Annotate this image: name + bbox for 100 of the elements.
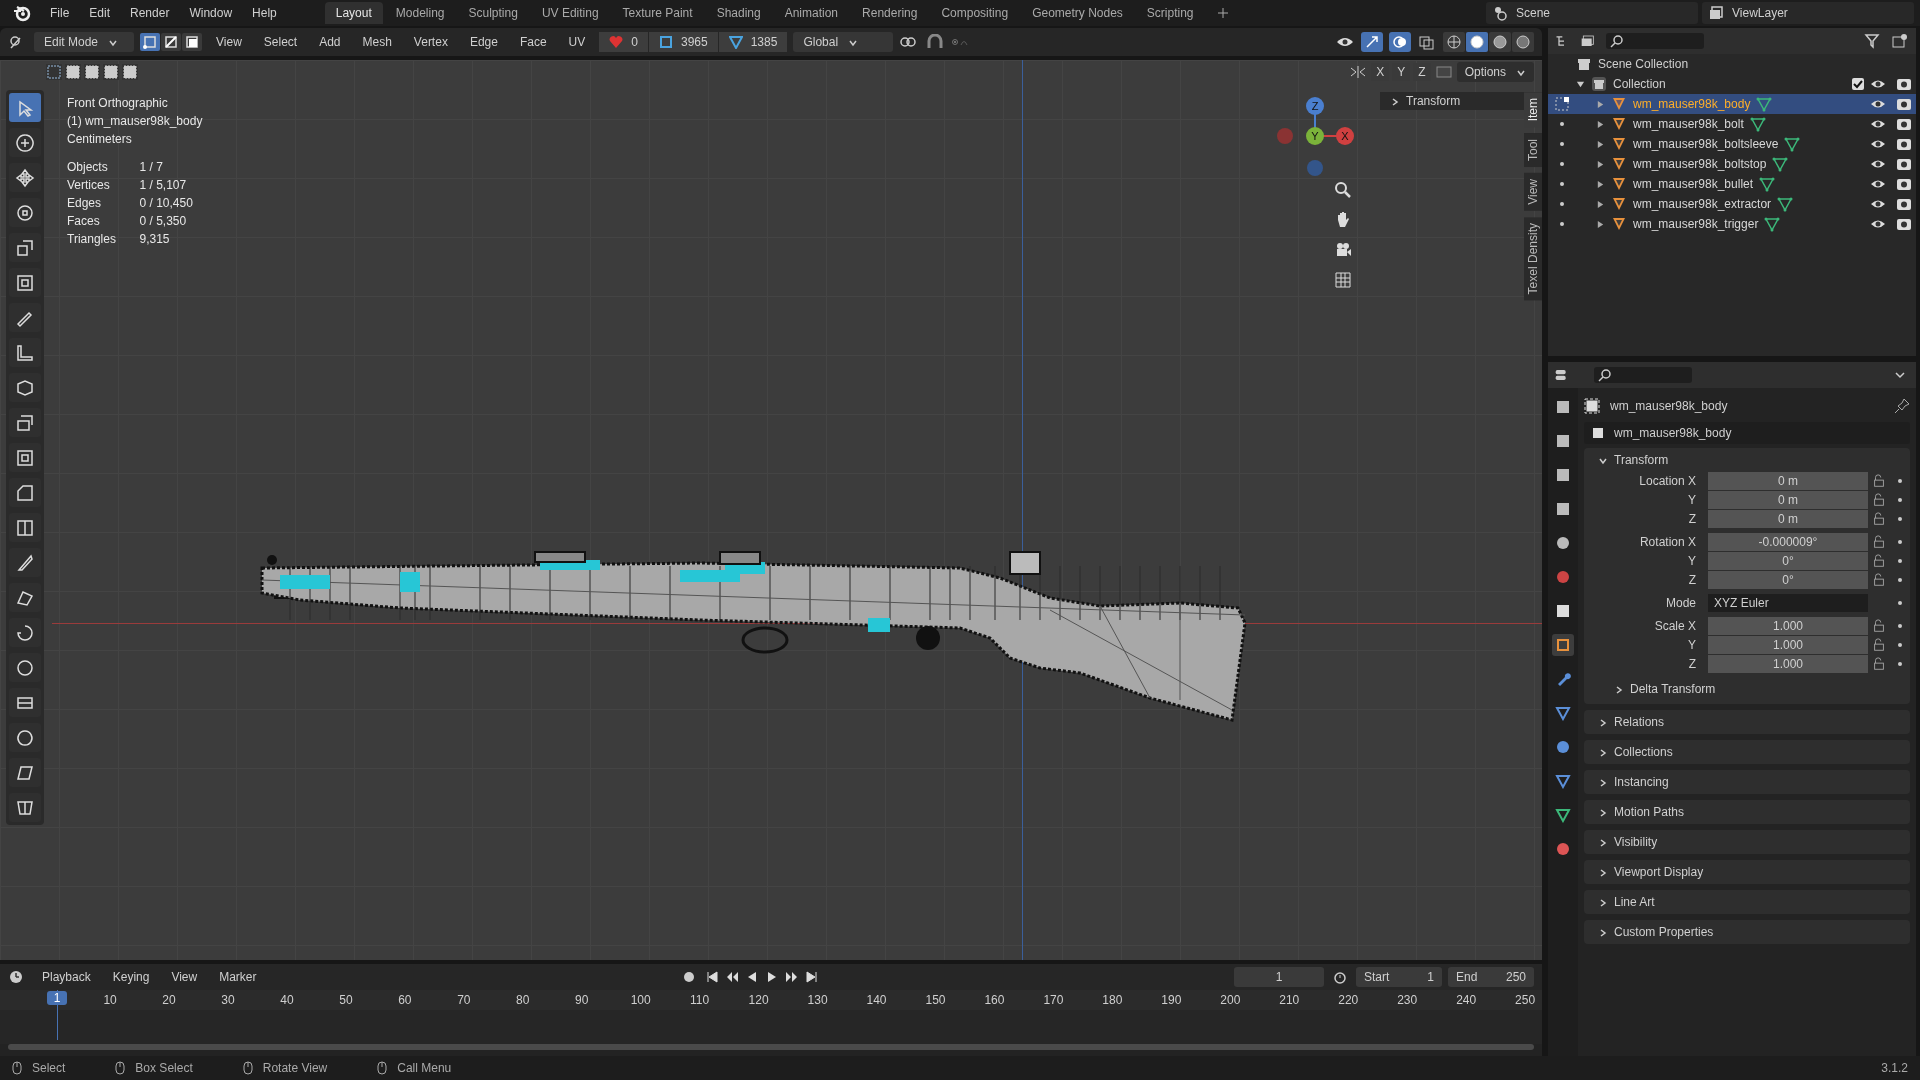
select-mode-button[interactable] xyxy=(161,33,181,51)
menu-item[interactable]: File xyxy=(42,6,78,20)
lock-icon[interactable] xyxy=(1872,573,1886,587)
keyframe-dot-icon[interactable] xyxy=(1898,479,1902,483)
jump-end-icon[interactable] xyxy=(805,970,820,984)
lock-icon[interactable] xyxy=(1872,619,1886,633)
collection-label[interactable]: Collection xyxy=(1613,77,1666,91)
end-frame-field[interactable]: End 250 xyxy=(1448,967,1534,987)
jump-start-icon[interactable] xyxy=(705,970,720,984)
keyframe-dot-icon[interactable] xyxy=(1898,498,1902,502)
menu-item[interactable]: UV xyxy=(560,35,594,49)
workspace-tab[interactable]: Scripting xyxy=(1135,2,1205,24)
rotation-mode-dropdown[interactable]: XYZ Euler xyxy=(1708,594,1868,612)
navigation-gizmo[interactable]: Z Y X xyxy=(1275,96,1355,196)
menu-item[interactable]: Window xyxy=(181,6,241,20)
object-name-field[interactable]: wm_mauser98k_body xyxy=(1584,422,1910,444)
mesh-data-icon[interactable] xyxy=(1764,216,1781,232)
number-field[interactable]: 0 m xyxy=(1708,510,1868,528)
edge-slide-tool-button[interactable] xyxy=(9,688,41,717)
workspace-tab[interactable]: Shading xyxy=(705,2,772,24)
panel-header[interactable]: Instancing xyxy=(1584,770,1910,794)
viewport-grid[interactable] xyxy=(0,60,1542,960)
panel-header[interactable]: Collections xyxy=(1584,740,1910,764)
object-name[interactable]: wm_mauser98k_extractor xyxy=(1633,197,1772,211)
expand-arrow-icon[interactable] xyxy=(1576,79,1585,89)
shading-mode-button[interactable] xyxy=(1466,32,1488,52)
menu-item[interactable]: Playback xyxy=(34,970,99,984)
keyframe-dot-icon[interactable] xyxy=(1898,540,1902,544)
shading-mode-button[interactable] xyxy=(1512,32,1534,52)
panel-header[interactable]: Line Art xyxy=(1584,890,1910,914)
number-field[interactable]: 0 m xyxy=(1708,472,1868,490)
outliner-row[interactable]: wm_mauser98k_extractor xyxy=(1548,194,1916,214)
extrude-tool-button[interactable] xyxy=(9,408,41,437)
xray-icon[interactable] xyxy=(1417,34,1437,50)
rip-tool-button[interactable] xyxy=(9,793,41,822)
panel-header[interactable]: Visibility xyxy=(1584,830,1910,854)
start-frame-field[interactable]: Start 1 xyxy=(1356,967,1442,987)
previous-keyframe-icon[interactable] xyxy=(725,970,740,984)
playhead-marker[interactable]: 1 xyxy=(47,991,67,1005)
workspace-tab[interactable]: Rendering xyxy=(851,2,929,24)
keyframe-dot-icon[interactable] xyxy=(1898,643,1902,647)
sidebar-tab[interactable]: Texel Density xyxy=(1524,217,1542,301)
gizmo-toggle[interactable] xyxy=(1361,32,1383,52)
object-name[interactable]: wm_mauser98k_trigger xyxy=(1633,217,1759,231)
number-field[interactable]: 0 m xyxy=(1708,491,1868,509)
menu-item[interactable]: Help xyxy=(244,6,285,20)
poly-build-tool-button[interactable] xyxy=(9,583,41,612)
select-tool-button[interactable] xyxy=(9,93,41,122)
move-tool-button[interactable] xyxy=(9,163,41,192)
orientation-dropdown[interactable]: Global xyxy=(793,32,894,52)
selection-op-icon[interactable] xyxy=(103,64,119,80)
panel-header[interactable]: Transform xyxy=(1584,448,1910,472)
mode-dropdown[interactable]: Edit Mode xyxy=(34,32,134,52)
menu-item[interactable]: Vertex xyxy=(405,35,456,49)
object-name[interactable]: wm_mauser98k_boltstop xyxy=(1633,157,1767,171)
measure-tool-button[interactable] xyxy=(9,338,41,367)
workspace-tab[interactable]: Modeling xyxy=(384,2,456,24)
exclude-checkbox[interactable] xyxy=(1852,78,1864,90)
lock-icon[interactable] xyxy=(1872,657,1886,671)
keyframe-dot-icon[interactable] xyxy=(1898,624,1902,628)
menu-item[interactable]: View xyxy=(208,35,250,49)
new-collection-icon[interactable] xyxy=(1890,33,1910,49)
workspace-tab[interactable]: Compositing xyxy=(930,2,1020,24)
workspace-tab[interactable]: Sculpting xyxy=(457,2,529,24)
number-field[interactable]: 0° xyxy=(1708,552,1868,570)
outliner-row[interactable]: wm_mauser98k_bullet xyxy=(1548,174,1916,194)
menu-item[interactable]: Edit xyxy=(81,6,119,20)
selection-op-icon[interactable] xyxy=(65,64,81,80)
grid-icon[interactable] xyxy=(1332,270,1354,290)
annotate-tool-button[interactable] xyxy=(9,303,41,332)
menu-item[interactable]: Edge xyxy=(461,35,506,49)
scale-tool-button[interactable] xyxy=(9,233,41,262)
selection-op-icon[interactable] xyxy=(122,64,138,80)
scene-collection-label[interactable]: Scene Collection xyxy=(1598,57,1689,71)
outliner-row[interactable]: wm_mauser98k_bolt xyxy=(1548,114,1916,134)
search-field[interactable] xyxy=(1594,367,1692,383)
cursor-tool-button[interactable] xyxy=(9,128,41,157)
magnet-icon[interactable] xyxy=(925,34,946,50)
lock-icon[interactable] xyxy=(1872,512,1886,526)
keyframe-dot-icon[interactable] xyxy=(1898,601,1902,605)
scrollbar[interactable] xyxy=(8,1044,1534,1050)
add-cube-tool-button[interactable] xyxy=(9,373,41,402)
knife-tool-button[interactable] xyxy=(9,548,41,577)
outliner-row[interactable]: wm_mauser98k_trigger xyxy=(1548,214,1916,234)
shading-mode-button[interactable] xyxy=(1489,32,1511,52)
blender-logo-icon[interactable] xyxy=(12,3,32,23)
select-mode-button[interactable] xyxy=(182,33,202,51)
lock-icon[interactable] xyxy=(1872,638,1886,652)
transform-tool-button[interactable] xyxy=(9,268,41,297)
object-name[interactable]: wm_mauser98k_body xyxy=(1633,97,1751,111)
number-field[interactable]: -0.000009° xyxy=(1708,533,1868,551)
sidebar-tab[interactable]: View xyxy=(1524,173,1542,212)
menu-item[interactable]: Render xyxy=(122,6,178,20)
sidebar-tab[interactable]: Tool xyxy=(1524,133,1542,168)
bevel-tool-button[interactable] xyxy=(9,478,41,507)
menu-item[interactable]: Face xyxy=(511,35,555,49)
next-keyframe-icon[interactable] xyxy=(785,970,800,984)
mesh-data-icon[interactable] xyxy=(1784,136,1801,152)
rotate-tool-button[interactable] xyxy=(9,198,41,227)
spin-tool-button[interactable] xyxy=(9,618,41,647)
